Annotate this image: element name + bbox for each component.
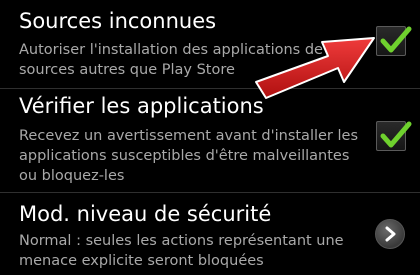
chevron-right-icon — [385, 226, 396, 242]
setting-title: Mod. niveau de sécurité — [19, 202, 272, 226]
security-level-button[interactable] — [375, 219, 405, 249]
setting-title: Vérifier les applications — [19, 94, 264, 118]
settings-screen: Sources inconnues Autoriser l'installati… — [0, 0, 420, 275]
red-arrow-icon — [255, 37, 375, 99]
unknown-sources-checkbox[interactable] — [376, 26, 412, 56]
check-icon — [380, 26, 412, 53]
setting-summary: Normal : seules les actions représentant… — [19, 233, 344, 269]
setting-security-level[interactable]: Mod. niveau de sécurité Normal : seules … — [0, 192, 420, 275]
check-icon — [380, 121, 412, 148]
verify-apps-checkbox[interactable] — [376, 121, 412, 151]
setting-title: Sources inconnues — [19, 9, 217, 33]
setting-summary: Recevez un avertissement avant d'install… — [19, 128, 358, 184]
